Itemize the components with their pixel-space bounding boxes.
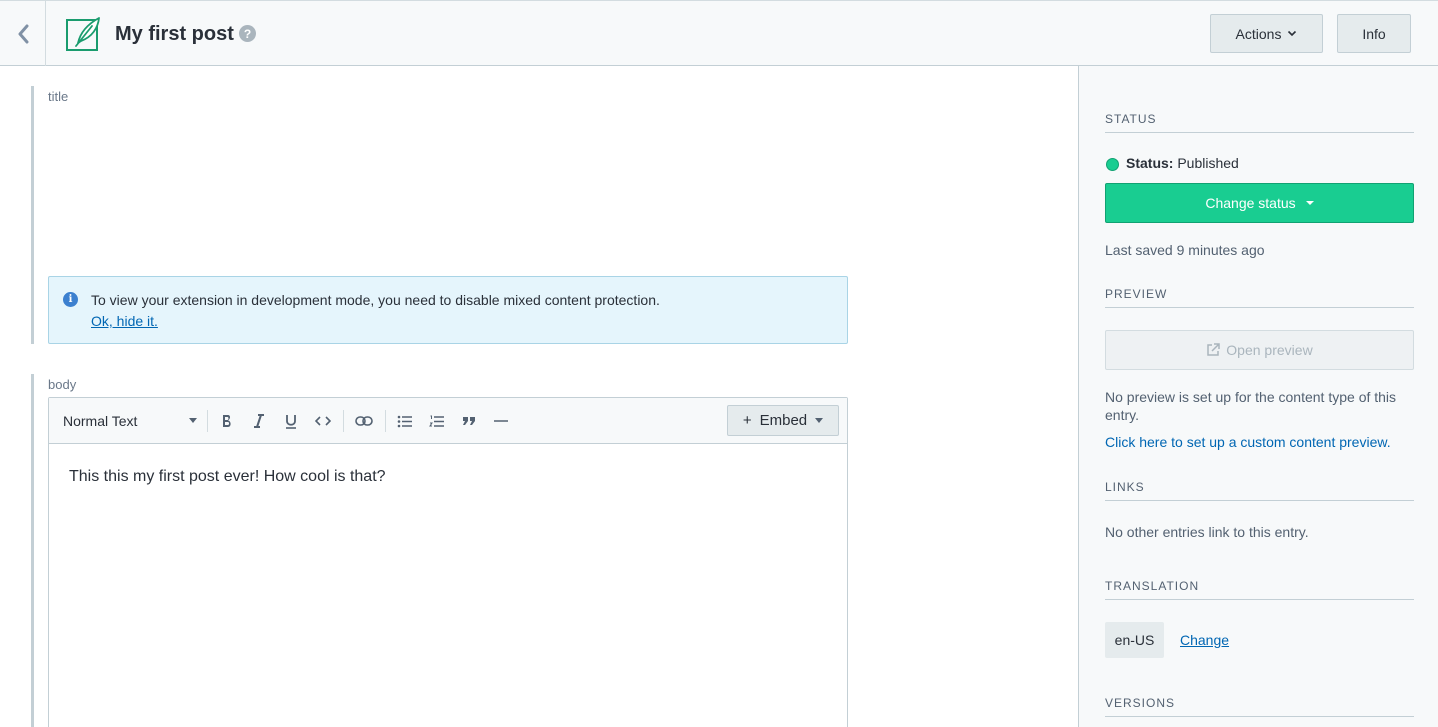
entry-editor: title i To view your extension in develo… [0, 66, 1078, 727]
rich-text-editor: Normal Text + Embed This this my first p… [48, 397, 848, 727]
bulleted-list-icon [397, 415, 412, 427]
bold-icon [223, 415, 231, 427]
chevron-left-icon [18, 24, 28, 43]
open-preview-button[interactable]: Open preview [1105, 330, 1414, 370]
text-format-select[interactable]: Normal Text [63, 411, 197, 431]
title-field-label: title [48, 89, 69, 104]
open-preview-label: Open preview [1226, 342, 1313, 358]
italic-icon [254, 414, 264, 428]
external-link-icon [1207, 343, 1221, 356]
quote-button[interactable] [457, 409, 481, 433]
page-title: My first post [115, 23, 234, 45]
question-icon[interactable]: ? [239, 25, 256, 42]
underline-button[interactable] [279, 409, 303, 433]
status-value: Published [1177, 155, 1239, 171]
actions-button[interactable]: Actions [1210, 14, 1323, 53]
editor-content[interactable]: This this my first post ever! How cool i… [69, 468, 386, 486]
preview-heading: PREVIEW [1105, 287, 1414, 308]
toolbar-divider [343, 410, 344, 432]
hyperlink-button[interactable] [352, 409, 376, 433]
quote-icon [463, 417, 475, 425]
setup-preview-link[interactable]: Click here to set up a custom content pr… [1105, 434, 1391, 450]
plus-icon: + [742, 412, 752, 429]
links-heading: LINKS [1105, 480, 1414, 501]
links-message: No other entries link to this entry. [1105, 524, 1309, 540]
horizontal-rule-button[interactable] [489, 409, 513, 433]
last-saved-text: Last saved 9 minutes ago [1105, 242, 1265, 258]
info-button[interactable]: Info [1337, 14, 1411, 53]
italic-button[interactable] [247, 409, 271, 433]
bulleted-list-button[interactable] [393, 409, 417, 433]
entry-sidebar: STATUS Status: Published Change status L… [1078, 66, 1438, 727]
hide-notice-link[interactable]: Ok, hide it. [91, 313, 158, 329]
back-button[interactable] [0, 1, 46, 66]
entry-header: My first post ? Actions Info [0, 0, 1438, 66]
embed-button-label: Embed [759, 412, 808, 429]
underline-icon [286, 414, 296, 429]
change-status-label: Change status [1205, 195, 1296, 211]
link-icon [355, 416, 373, 426]
embed-button[interactable]: + Embed [727, 405, 839, 436]
info-icon: i [63, 292, 78, 307]
code-icon [315, 416, 331, 426]
body-field-label: body [48, 377, 77, 392]
horizontal-rule-icon [494, 420, 508, 422]
bold-button[interactable] [215, 409, 239, 433]
versions-heading: VERSIONS [1105, 696, 1414, 717]
translation-heading: TRANSLATION [1105, 579, 1414, 600]
chevron-down-icon [1288, 30, 1297, 37]
text-format-label: Normal Text [63, 413, 138, 429]
mixed-content-notice: i To view your extension in development … [48, 276, 848, 344]
notice-text: To view your extension in development mo… [91, 292, 660, 308]
change-status-button[interactable]: Change status [1105, 183, 1414, 223]
caret-down-icon [189, 418, 197, 423]
code-button[interactable] [311, 409, 335, 433]
body-field-bar [31, 374, 34, 727]
numbered-list-button[interactable] [425, 409, 449, 433]
change-locale-link[interactable]: Change [1180, 632, 1229, 648]
status-indicator-icon [1106, 158, 1119, 171]
actions-button-label: Actions [1235, 25, 1282, 42]
caret-down-icon [1305, 201, 1314, 205]
numbered-list-icon [429, 415, 444, 427]
caret-down-icon [815, 418, 824, 423]
locale-badge: en-US [1105, 622, 1164, 658]
status-line: Status: Published [1126, 155, 1239, 171]
toolbar-divider [385, 410, 386, 432]
toolbar-divider [207, 410, 208, 432]
preview-message: No preview is set up for the content typ… [1105, 389, 1397, 423]
status-label: Status: [1126, 155, 1174, 171]
status-heading: STATUS [1105, 112, 1414, 133]
editor-toolbar: Normal Text + Embed [49, 398, 847, 444]
feather-icon [66, 17, 100, 51]
title-field-bar [31, 86, 34, 344]
